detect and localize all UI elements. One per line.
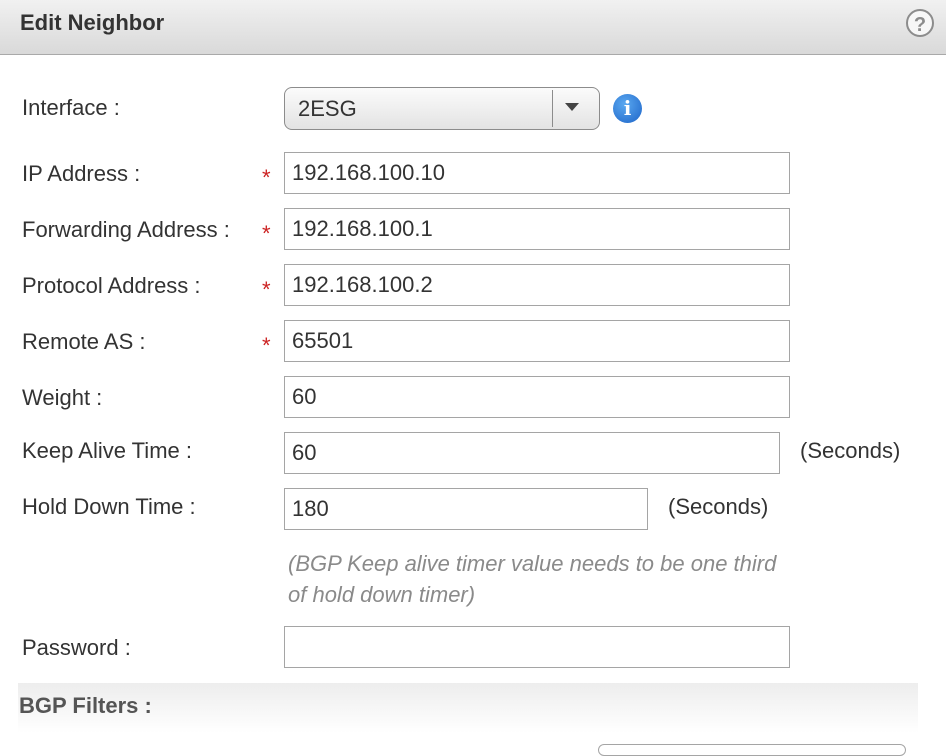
interface-label: Interface : (22, 95, 120, 120)
protocol-address-label: Protocol Address : (22, 273, 201, 298)
remote-as-label: Remote AS : (22, 329, 146, 354)
protocol-address-field[interactable] (284, 264, 790, 306)
ip-address-label: IP Address : (22, 161, 141, 186)
forwarding-address-label: Forwarding Address : (22, 217, 230, 242)
bgp-filters-section: BGP Filters : (18, 683, 918, 733)
weight-label: Weight : (22, 385, 103, 410)
hold-down-unit: (Seconds) (668, 494, 769, 519)
hold-down-time-label: Hold Down Time : (22, 494, 196, 519)
info-icon[interactable]: i (613, 94, 642, 123)
interface-select-value: 2ESG (298, 96, 357, 121)
required-marker: * (262, 277, 271, 302)
chevron-down-icon[interactable] (565, 103, 579, 111)
password-field[interactable] (284, 626, 790, 668)
keep-alive-time-field[interactable] (284, 432, 780, 474)
select-divider (552, 90, 553, 127)
password-label: Password : (22, 635, 131, 660)
weight-field[interactable] (284, 376, 790, 418)
hold-down-time-field[interactable] (284, 488, 648, 530)
required-marker: * (262, 165, 271, 190)
dialog-header: Edit Neighbor ? (0, 0, 946, 55)
timer-hint-text: (BGP Keep alive timer value needs to be … (288, 551, 777, 607)
keep-alive-unit: (Seconds) (800, 438, 901, 463)
help-icon[interactable]: ? (906, 9, 934, 37)
ip-address-field[interactable] (284, 152, 790, 194)
interface-select[interactable]: 2ESG (284, 87, 600, 130)
required-marker: * (262, 221, 271, 246)
bgp-filters-title: BGP Filters : (19, 693, 152, 718)
dialog-title: Edit Neighbor (20, 10, 165, 35)
bottom-control-edge[interactable] (598, 744, 906, 756)
required-marker: * (262, 333, 271, 358)
forwarding-address-field[interactable] (284, 208, 790, 250)
remote-as-field[interactable] (284, 320, 790, 362)
keep-alive-time-label: Keep Alive Time : (22, 438, 192, 463)
